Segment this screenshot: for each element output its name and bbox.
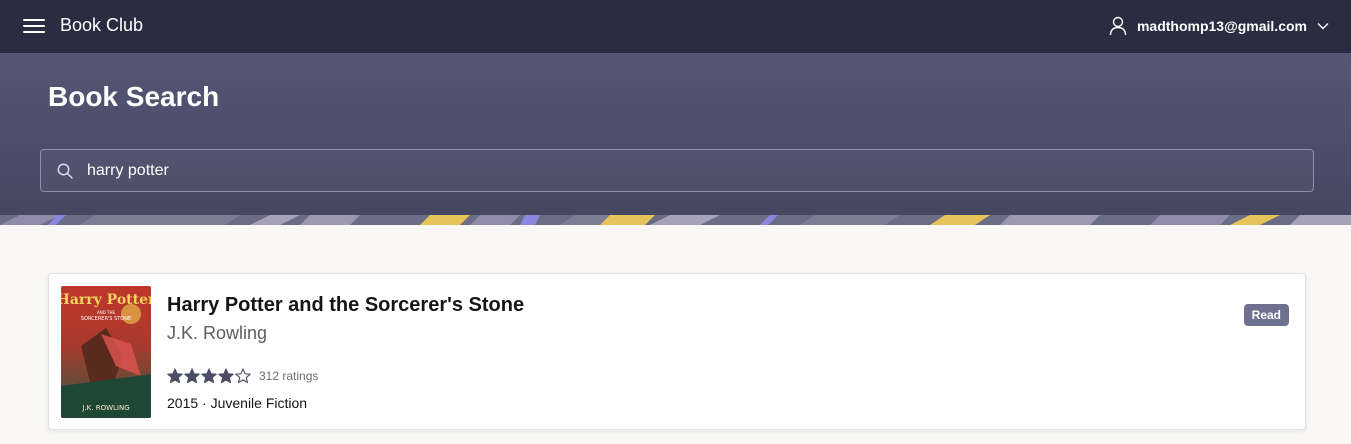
user-menu[interactable]: madthomp13@gmail.com [1109,13,1329,39]
cover-subtitle-1: AND THE [97,310,116,315]
top-app-bar: Book Club madthomp13@gmail.com [0,0,1351,53]
star-filled-icon [184,368,200,384]
book-meta: 2015 · Juvenile Fiction [167,395,308,411]
star-filled-icon [201,368,217,384]
star-filled-icon [167,368,183,384]
search-field[interactable] [40,149,1314,192]
hamburger-menu-icon[interactable] [20,14,48,38]
chevron-down-icon [1317,23,1329,30]
user-email: madthomp13@gmail.com [1136,18,1307,34]
cover-subtitle-2: SORCERER'S STONE [81,316,131,322]
decorative-pattern-band [0,215,1351,225]
star-filled-icon [218,368,234,384]
star-empty-icon [235,368,251,384]
app-title[interactable]: Book Club [60,15,143,36]
rating-count: 312 ratings [259,369,319,383]
status-badge: Read [1243,304,1289,326]
cover-title: Harry Potter [61,292,151,308]
book-result-card[interactable]: Harry Potter AND THE SORCERER'S STONE J.… [48,273,1306,430]
book-rating: 312 ratings [167,368,318,384]
book-author: J.K. Rowling [167,323,268,343]
book-cover-image[interactable]: Harry Potter AND THE SORCERER'S STONE J.… [61,286,151,418]
search-icon [57,163,73,179]
search-input[interactable] [87,150,1297,191]
user-icon [1109,16,1127,36]
cover-author: J.K. ROWLING [81,404,129,412]
book-title[interactable]: Harry Potter and the Sorcerer's Stone [167,294,524,317]
page-title: Book Search [48,81,220,112]
search-hero: Book Search [0,53,1351,225]
star-rating [167,368,251,384]
